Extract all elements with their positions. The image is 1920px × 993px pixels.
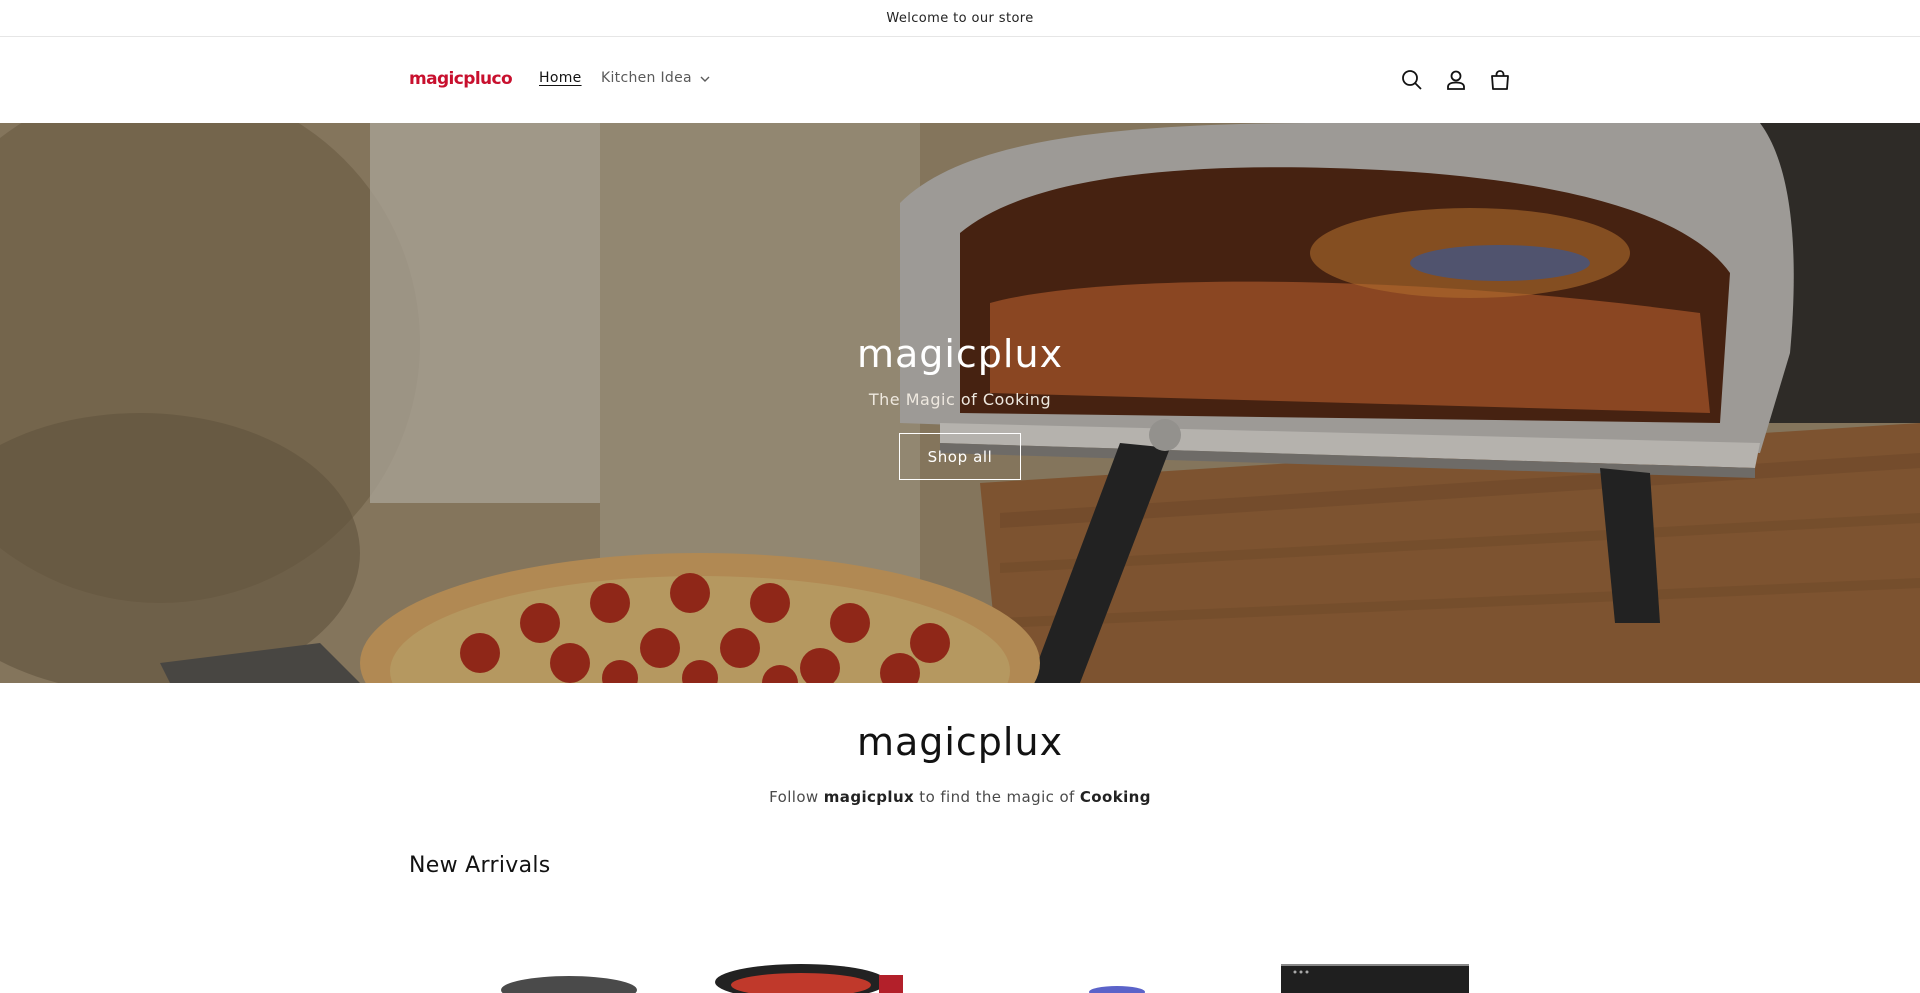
site-header: magicpluco Home Kitchen Idea <box>0 37 1920 123</box>
nav-home-link[interactable]: Home <box>539 70 582 86</box>
hero-subtitle: The Magic of Cooking <box>868 390 1052 409</box>
account-icon <box>1447 70 1465 90</box>
search-button[interactable] <box>1399 67 1425 93</box>
intro-brand: magicplux <box>823 788 915 806</box>
pot-image <box>715 964 903 993</box>
cooktop-image <box>1281 964 1469 993</box>
product-card-induction-cooktop[interactable] <box>1281 960 1469 993</box>
new-arrivals-title: New Arrivals <box>409 853 551 878</box>
product-card-blue-item[interactable] <box>1069 960 1149 993</box>
hero-banner: magicplux The Magic of Cooking Shop all <box>0 123 1920 683</box>
announcement-bar: Welcome to our store <box>0 0 1920 37</box>
hero-content: magicplux The Magic of Cooking Shop all <box>0 123 1920 683</box>
intro-text-before: Follow <box>769 788 824 806</box>
nav-kitchen-idea-label: Kitchen Idea <box>601 70 692 86</box>
shop-all-button[interactable]: Shop all <box>899 433 1021 480</box>
product-grid <box>409 960 1511 993</box>
hero-title: magicplux <box>856 332 1064 376</box>
nav-kitchen-idea-dropdown[interactable]: Kitchen Idea <box>601 70 710 86</box>
pan-image <box>501 976 637 993</box>
cart-button[interactable] <box>1487 67 1513 93</box>
intro-text-middle: to find the magic of <box>914 788 1080 806</box>
announcement-text: Welcome to our store <box>886 10 1034 26</box>
cart-icon <box>1491 70 1509 90</box>
chevron-down-icon <box>700 76 710 82</box>
store-logo[interactable]: magicpluco <box>409 69 513 89</box>
intro-text: Follow magicplux to find the magic of Co… <box>0 788 1920 806</box>
search-icon <box>1402 70 1422 90</box>
account-button[interactable] <box>1443 67 1469 93</box>
product-card-pan[interactable] <box>484 960 654 993</box>
product-card-pot[interactable] <box>709 960 909 993</box>
intro-title: magicplux <box>856 720 1064 764</box>
intro-keyword: Cooking <box>1079 788 1151 806</box>
intro-section: magicplux Follow magicplux to find the m… <box>0 720 1920 806</box>
blue-item-image <box>1089 986 1145 993</box>
